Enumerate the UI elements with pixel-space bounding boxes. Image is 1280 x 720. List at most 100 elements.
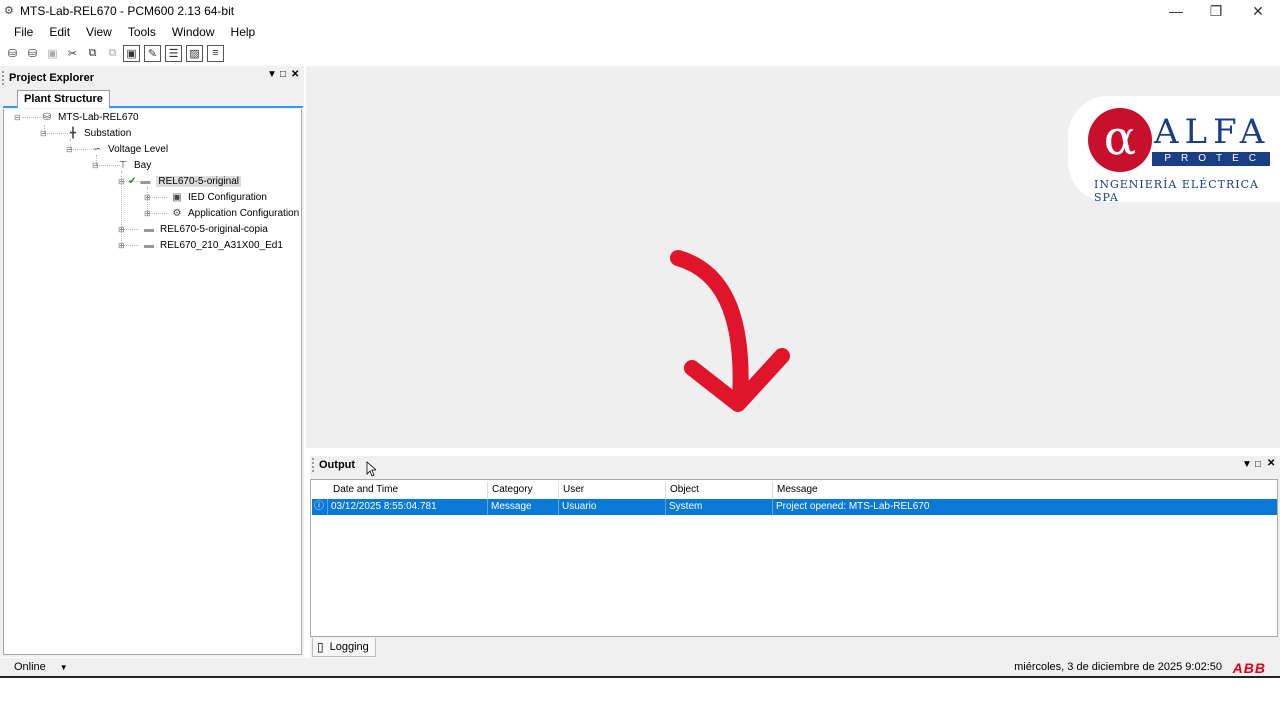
menu-view[interactable]: View: [78, 25, 120, 39]
dropdown-icon[interactable]: ▼: [267, 69, 277, 80]
dropdown-icon[interactable]: ▼: [1242, 459, 1252, 470]
menu-edit[interactable]: Edit: [41, 25, 78, 39]
column-header-user[interactable]: User: [559, 482, 666, 498]
tree-label: Voltage Level: [108, 143, 169, 155]
tree-node-voltage-level[interactable]: ⊟ ∽ Voltage Level: [66, 141, 169, 157]
collapse-icon[interactable]: ⊟: [118, 177, 125, 186]
restore-button[interactable]: ❐: [1196, 0, 1236, 22]
mouse-cursor-icon: [366, 461, 376, 477]
output-grid: Date and Time Category User Object Messa…: [310, 479, 1278, 637]
toolbar: ⛁ ⛁ ▣ ✂ ⧉ ⧉ ▣ ✎ ☰ ▨ ≡: [0, 42, 1280, 64]
edit-icon[interactable]: ✎: [144, 44, 161, 62]
grip-icon[interactable]: [312, 458, 316, 472]
logo-mark: α: [1088, 108, 1152, 172]
tree-node-ied-selected[interactable]: ⊟ ✔ ▬ REL670-5-original: [118, 173, 241, 189]
tree-label: REL670-5-original: [156, 175, 241, 187]
pin-icon[interactable]: □: [280, 69, 286, 80]
logo-name: ALFA: [1154, 112, 1271, 152]
db-icon[interactable]: ⛁: [3, 44, 22, 63]
bay-icon: ⊤: [118, 159, 128, 171]
minimize-button[interactable]: —: [1156, 0, 1196, 22]
table-row[interactable]: ⓘ 03/12/2025 8:55:04.781 Message Usuario…: [312, 499, 1277, 515]
ied-configuration-icon: ▣: [172, 191, 182, 203]
tree-label: REL670_210_A31X00_Ed1: [160, 239, 283, 251]
paste-icon[interactable]: ⧉: [103, 44, 122, 63]
collapse-icon[interactable]: ⊟: [40, 129, 47, 138]
logo-subname: PROTEC: [1152, 152, 1270, 166]
menu-bar: File Edit View Tools Window Help: [0, 22, 1280, 42]
tree-node-ied-copy[interactable]: ⊞ ▬ REL670-5-original-copia: [118, 221, 268, 237]
menu-file[interactable]: File: [6, 25, 41, 39]
ied-icon: ▬: [140, 175, 151, 187]
list-icon[interactable]: ☰: [165, 44, 182, 62]
view-2-icon[interactable]: ▨: [186, 44, 203, 62]
filter-icon[interactable]: ≡: [207, 44, 224, 62]
ied-icon: ▬: [144, 223, 154, 235]
project-explorer-header: Project Explorer: [0, 68, 304, 88]
tree-label: MTS-Lab-REL670: [58, 111, 139, 123]
red-arrow-icon: [670, 250, 790, 412]
logo-tagline: INGENIERÍA ELÉCTRICA SPA: [1094, 178, 1259, 204]
cell-object: System: [666, 499, 773, 515]
output-title: Output: [319, 459, 356, 471]
column-header-message[interactable]: Message: [773, 482, 1276, 498]
expand-icon[interactable]: ⊞: [144, 193, 151, 202]
tree-label: Bay: [134, 159, 152, 171]
cell-datetime: 03/12/2025 8:55:04.781: [328, 499, 488, 515]
project-explorer-title: Project Explorer: [9, 72, 94, 84]
tree-node-ied-configuration[interactable]: ⊞ ▣ IED Configuration: [144, 189, 267, 205]
tree-label: Application Configuration: [188, 207, 300, 219]
save-icon[interactable]: ▣: [43, 44, 62, 63]
application-configuration-icon: ⚙: [172, 207, 182, 219]
window-title: MTS-Lab-REL670 - PCM600 2.13 64-bit: [20, 4, 235, 18]
expand-icon[interactable]: ⊞: [144, 209, 151, 218]
ied-icon: ▬: [144, 239, 154, 251]
grip-icon[interactable]: [2, 71, 6, 85]
tab-logging[interactable]: ▯ Logging: [312, 638, 376, 657]
column-header-object[interactable]: Object: [666, 482, 773, 498]
status-datetime: miércoles, 3 de diciembre de 2025 9:02:5…: [1014, 661, 1222, 673]
collapse-icon[interactable]: ⊟: [92, 161, 99, 170]
copy-icon[interactable]: ⧉: [83, 44, 102, 63]
db-add-icon[interactable]: ⛁: [23, 44, 42, 63]
voltage-level-icon: ∽: [92, 143, 102, 155]
tree-node-substation[interactable]: ⊟ ╋ Substation: [40, 125, 132, 141]
abb-logo: ABB: [1232, 660, 1266, 676]
status-mode[interactable]: Online: [14, 661, 46, 673]
logging-label: Logging: [329, 641, 369, 653]
close-panel-icon[interactable]: ✕: [1267, 458, 1275, 469]
substation-icon: ╋: [69, 127, 77, 139]
tree-label: Substation: [84, 127, 132, 139]
cell-message: Project opened: MTS-Lab-REL670: [776, 501, 930, 512]
tab-strip: Plant Structure: [3, 90, 303, 108]
cut-icon[interactable]: ✂: [63, 44, 82, 63]
logging-icon: ▯: [317, 640, 324, 654]
column-header-category[interactable]: Category: [488, 482, 559, 498]
expand-icon[interactable]: ⊞: [118, 241, 125, 250]
cell-user: Usuario: [559, 499, 666, 515]
app-icon: ⚙: [4, 5, 14, 17]
column-header-datetime[interactable]: Date and Time: [329, 482, 488, 498]
view-1-icon[interactable]: ▣: [123, 44, 140, 62]
check-icon: ✔: [128, 175, 137, 187]
tree-label: REL670-5-original-copia: [160, 223, 268, 235]
tree-node-ied-ed1[interactable]: ⊞ ▬ REL670_210_A31X00_Ed1: [118, 237, 283, 253]
close-button[interactable]: ✕: [1238, 0, 1278, 22]
collapse-icon[interactable]: ⊟: [14, 113, 21, 122]
close-panel-icon[interactable]: ✕: [291, 69, 299, 80]
output-header: Output: [310, 456, 1280, 474]
expand-icon[interactable]: ⊞: [118, 225, 125, 234]
collapse-icon[interactable]: ⊟: [66, 145, 73, 154]
tree-label: IED Configuration: [188, 191, 267, 203]
tree-node-project[interactable]: ⊟ ⛁ MTS-Lab-REL670: [14, 109, 139, 125]
status-bar: Online ▼ miércoles, 3 de diciembre de 20…: [0, 658, 1280, 678]
menu-help[interactable]: Help: [223, 25, 264, 39]
pin-icon[interactable]: □: [1255, 459, 1261, 470]
menu-tools[interactable]: Tools: [120, 25, 164, 39]
menu-window[interactable]: Window: [164, 25, 223, 39]
mode-dropdown-icon[interactable]: ▼: [60, 663, 68, 672]
tab-plant-structure[interactable]: Plant Structure: [17, 90, 110, 108]
output-panel: Output ▼ □ ✕ Date and Time Category User…: [310, 456, 1280, 658]
tree-node-application-configuration[interactable]: ⊞ ⚙ Application Configuration: [144, 205, 299, 221]
tree-node-bay[interactable]: ⊟ ⊤ Bay: [92, 157, 152, 173]
